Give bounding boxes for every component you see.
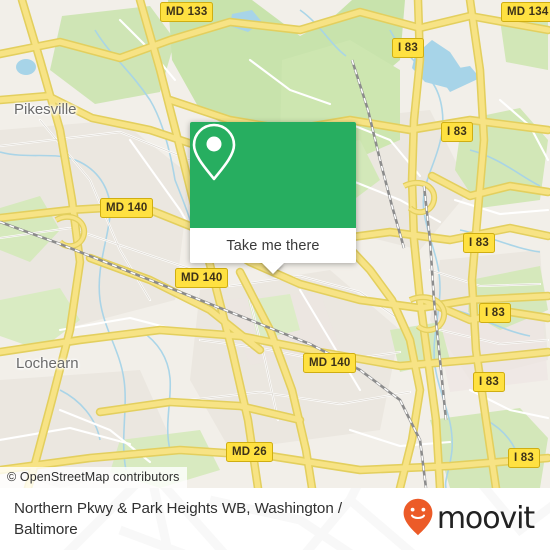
popup-pointer [262, 263, 284, 274]
road-shield-md-26: MD 26 [226, 442, 273, 462]
road-shield-md-133: MD 133 [160, 2, 214, 22]
place-label-lochearn: Lochearn [16, 355, 79, 372]
station-title: Northern Pkwy & Park Heights WB, Washing… [14, 500, 343, 538]
road-shield-i-83-b: I 83 [441, 122, 473, 142]
map-canvas[interactable]: Pikesville Lochearn MD 133 MD 134 I 83 I… [0, 0, 550, 488]
osm-attribution[interactable]: © OpenStreetMap contributors [0, 467, 187, 488]
moovit-station-map-screen: Pikesville Lochearn MD 133 MD 134 I 83 I… [0, 0, 550, 550]
road-shield-i-83-e: I 83 [473, 372, 505, 392]
moovit-wordmark: moovit [436, 501, 535, 536]
road-shield-i-83-f: I 83 [508, 448, 540, 468]
road-shield-i-83-c: I 83 [463, 233, 495, 253]
take-me-there-button[interactable]: Take me there [190, 228, 356, 263]
road-shield-md-140-c: MD 140 [303, 353, 357, 373]
moovit-smiley-pin-icon [403, 498, 433, 541]
footer-bar: Northern Pkwy & Park Heights WB, Washing… [0, 488, 550, 550]
road-shield-md-134: MD 134 [501, 2, 550, 22]
road-shield-md-140-a: MD 140 [100, 198, 154, 218]
road-shield-i-83-d: I 83 [479, 303, 511, 323]
place-label-pikesville: Pikesville [14, 101, 77, 118]
popup-icon-panel [190, 122, 356, 228]
station-popup[interactable]: Take me there [190, 122, 356, 274]
moovit-logo: moovit [403, 498, 538, 541]
road-shield-md-140-b: MD 140 [175, 268, 229, 288]
road-shield-i-83-a: I 83 [392, 38, 424, 58]
